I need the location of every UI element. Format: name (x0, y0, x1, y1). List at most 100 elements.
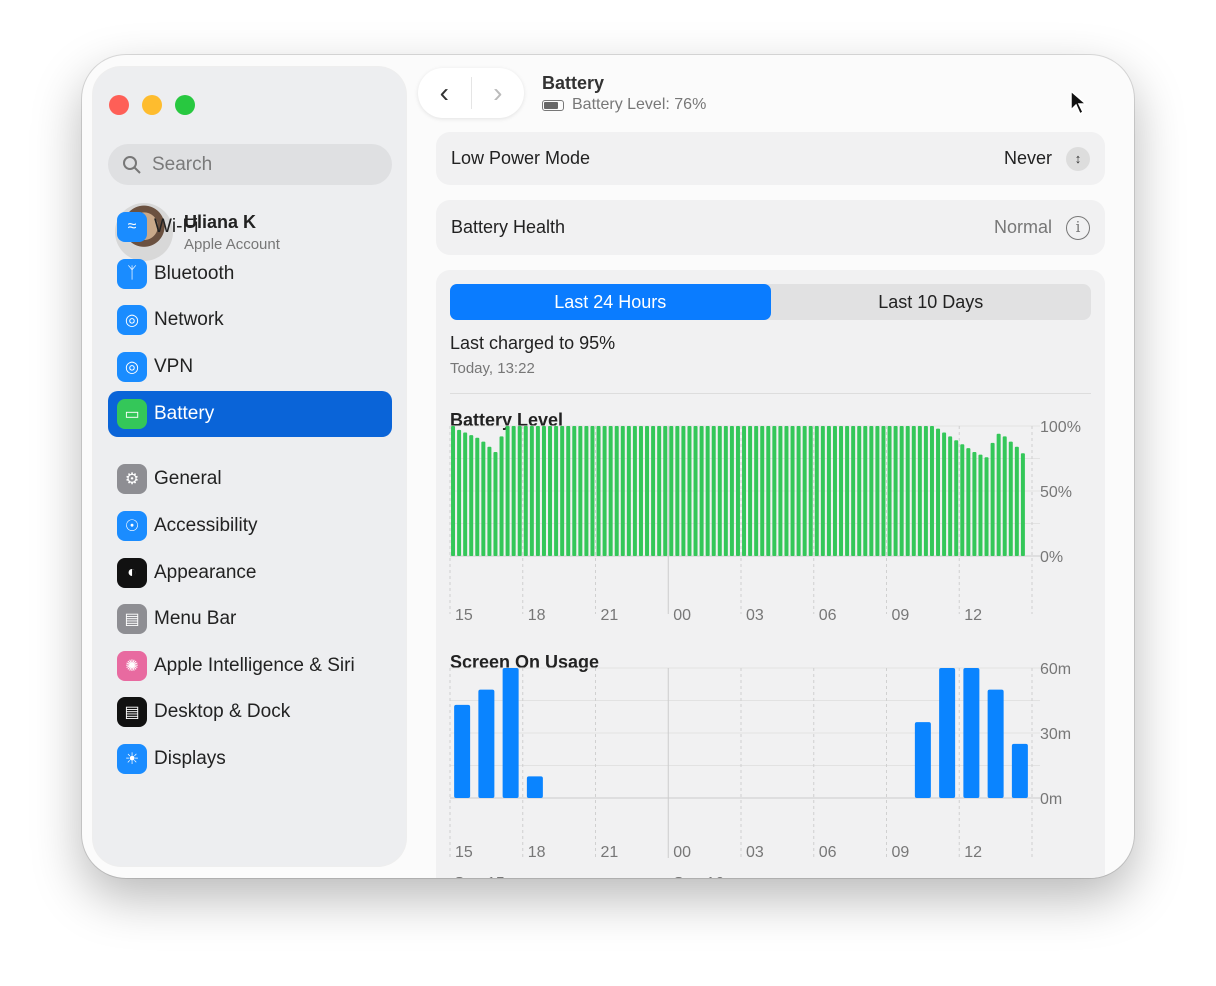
battery-bar (826, 426, 831, 556)
menu-bar-icon: ▤ (117, 604, 147, 634)
screen-usage-chart: 15 18 21 00 03 06 09 12 60m 30m 0m Sep 15 Sep 16 (449, 662, 1071, 878)
battery-health-value: Normal (993, 217, 1052, 237)
tab-last-24-hours[interactable]: Last 24 Hours (450, 284, 771, 320)
battery-bar (754, 426, 759, 556)
battery-bar (796, 426, 801, 556)
x-tick-label: 06 (819, 607, 837, 624)
x-tick-label: 18 (528, 607, 546, 624)
battery-bar (475, 437, 480, 556)
sun-icon: ☀ (117, 744, 147, 774)
battery-bar (523, 426, 528, 556)
battery-bar (481, 441, 486, 556)
vpn-globe-icon: ◎ (117, 352, 147, 382)
battery-bar (451, 426, 456, 556)
appearance-icon: ◐ (117, 558, 147, 588)
battery-bar (857, 426, 862, 556)
battery-bar (638, 426, 643, 556)
battery-bar (760, 426, 765, 556)
usage-panel: Last 24 Hours Last 10 Days Last charged … (436, 270, 1105, 878)
battery-bar (469, 435, 474, 556)
sidebar-item-network[interactable]: ◎ Network (108, 297, 392, 343)
battery-bar (960, 444, 965, 556)
sidebar-item-vpn[interactable]: ◎ VPN (108, 344, 392, 390)
accessibility-icon: ☉ (117, 511, 147, 541)
sidebar-item-apple-intelligence-siri[interactable]: ✺ Apple Intelligence & Siri (108, 643, 392, 689)
battery-bar (887, 426, 892, 556)
battery-bar (814, 426, 819, 556)
sidebar-item-battery[interactable]: ▭ Battery (108, 391, 392, 437)
zoom-button[interactable] (175, 95, 195, 115)
battery-bar (505, 426, 510, 556)
battery-bar (1008, 441, 1013, 556)
sidebar-item-desktop-dock[interactable]: ▤ Desktop & Dock (108, 689, 392, 735)
sidebar-item-general[interactable]: ⚙ General (108, 456, 392, 502)
mouse-cursor-icon (1070, 90, 1088, 116)
sidebar-item-wi-fi[interactable]: ≈ Wi-Fi (108, 204, 392, 250)
battery-bar (972, 452, 977, 556)
battery-bar (869, 426, 874, 556)
battery-bar (845, 426, 850, 556)
battery-level-text: Battery Level: 76% (572, 96, 707, 113)
battery-bar (942, 432, 947, 556)
battery-level-chart: 15 18 21 00 03 06 09 12 100% 50% 0% (449, 420, 1081, 624)
low-power-label: Low Power Mode (451, 148, 591, 168)
x-tick-label: 03 (746, 607, 764, 624)
battery-bar (875, 426, 880, 556)
back-button[interactable]: ‹ (418, 77, 471, 109)
sidebar-item-label: Desktop & Dock (154, 701, 291, 722)
battery-bar (778, 426, 783, 556)
usage-bar (963, 668, 980, 798)
battery-bar (572, 426, 577, 556)
battery-bar (911, 426, 916, 556)
sidebar-item-accessibility[interactable]: ☉ Accessibility (108, 503, 392, 549)
low-power-mode-row: Low Power Mode Never ↕ (436, 132, 1105, 185)
y-tick-label: 60m (1040, 662, 1071, 678)
sidebar-item-bluetooth[interactable]: ᛉ Bluetooth (108, 251, 392, 297)
battery-bar (675, 426, 680, 556)
battery-bar (645, 426, 650, 556)
battery-bar (711, 426, 716, 556)
battery-bar (511, 426, 516, 556)
battery-bar (699, 426, 704, 556)
low-power-select[interactable]: Never ↕ (1004, 146, 1090, 171)
battery-bar (954, 440, 959, 556)
sidebar-item-label: Network (154, 309, 224, 330)
x-tick-label: 12 (964, 844, 982, 861)
x-tick-label: 09 (892, 844, 910, 861)
minimize-button[interactable] (142, 95, 162, 115)
close-button[interactable] (109, 95, 129, 115)
sidebar-item-appearance[interactable]: ◐ Appearance (108, 550, 392, 596)
info-icon[interactable]: i (1066, 215, 1090, 240)
x-tick-label: 00 (673, 607, 691, 624)
forward-button[interactable]: › (470, 77, 525, 109)
search-placeholder: Search (152, 153, 213, 175)
battery-bar (832, 426, 837, 556)
sidebar-item-label: Accessibility (154, 515, 258, 536)
battery-bar (723, 426, 728, 556)
battery-bar (596, 426, 601, 556)
tab-last-10-days[interactable]: Last 10 Days (771, 284, 1092, 320)
wifi-icon: ≈ (117, 212, 147, 242)
date-label: Sep 15 (454, 875, 505, 878)
battery-bar (657, 426, 662, 556)
battery-bar (899, 426, 904, 556)
battery-bar (663, 426, 668, 556)
battery-bar (560, 426, 565, 556)
divider (450, 393, 1091, 394)
battery-bar (632, 426, 637, 556)
usage-bar (526, 776, 543, 798)
battery-bar (863, 426, 868, 556)
battery-bar (499, 436, 504, 556)
gear-icon: ⚙ (117, 464, 147, 494)
dock-icon: ▤ (117, 697, 147, 727)
sidebar-item-displays[interactable]: ☀ Displays (108, 736, 392, 782)
battery-bar (584, 426, 589, 556)
battery-bar (529, 426, 534, 556)
search-input[interactable]: Search (108, 144, 392, 185)
battery-bar (978, 454, 983, 556)
battery-bar (948, 436, 953, 556)
x-tick-label: 15 (455, 607, 473, 624)
sidebar-item-menu-bar[interactable]: ▤ Menu Bar (108, 596, 392, 642)
x-tick-label: 21 (601, 607, 619, 624)
battery-bar (541, 426, 546, 556)
